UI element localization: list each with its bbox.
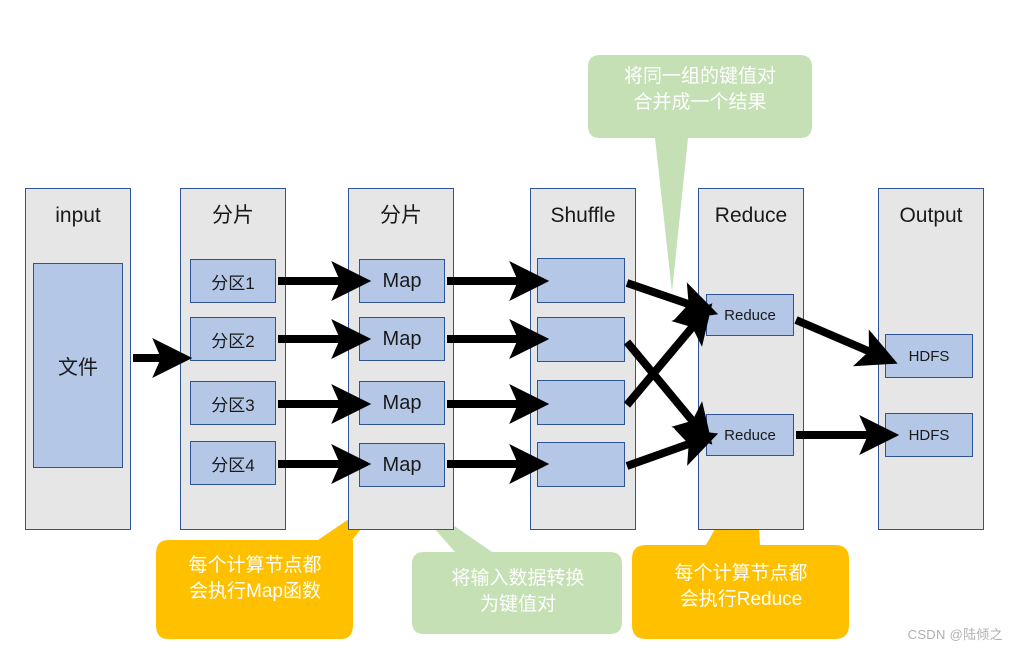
column-title-shuffle: Shuffle [550, 204, 616, 227]
node-partition-1[interactable]: 分区1 [190, 259, 276, 303]
node-shuffle-2[interactable] [537, 317, 625, 362]
csdn-watermark: CSDN @陆倾之 [907, 627, 1003, 642]
arrow-layer [133, 261, 900, 484]
node-hdfs-1[interactable]: HDFS [885, 334, 973, 378]
column-title-input: input [55, 204, 101, 227]
arrow-shuffle-1-to-reduce-1 [625, 279, 719, 321]
diagram-canvas: input 文件 分片 分区1 分区2 分区3 分区4 分片 Map Map M… [0, 0, 1017, 653]
node-partition-4[interactable]: 分区4 [190, 441, 276, 485]
node-file[interactable]: 文件 [33, 263, 123, 468]
node-shuffle-4[interactable] [537, 442, 625, 487]
node-hdfs-2[interactable]: HDFS [885, 413, 973, 457]
column-title-split-2: 分片 [380, 204, 422, 227]
node-map-2[interactable]: Map [359, 317, 445, 361]
callout-map-node-label: 每个计算节点都 会执行Map函数 [188, 555, 322, 602]
arrow-shuffle-2-to-reduce-2 [623, 339, 713, 445]
node-shuffle-1[interactable] [537, 258, 625, 303]
stage-column-reduce: Reduce [698, 188, 804, 530]
column-title-output: Output [899, 204, 963, 227]
callout-reduce-node-label: 每个计算节点都 会执行Reduce [674, 563, 808, 610]
callout-merge-label: 将同一组的键值对 合并成一个结果 [623, 66, 776, 113]
arrow-shuffle-3-to-reduce-1 [623, 303, 713, 408]
column-title-split-1: 分片 [212, 204, 254, 227]
arrow-reduce-1-to-hdfs-1 [794, 316, 898, 367]
callout-shapes-layer [156, 55, 849, 639]
node-reduce-1[interactable]: Reduce [706, 294, 794, 336]
node-shuffle-3[interactable] [537, 380, 625, 425]
arrow-shuffle-4-to-reduce-2 [625, 428, 719, 470]
node-partition-3[interactable]: 分区3 [190, 381, 276, 425]
node-map-4[interactable]: Map [359, 443, 445, 487]
node-map-3[interactable]: Map [359, 381, 445, 425]
callout-keyvalue-label: 将输入数据转换 为键值对 [451, 568, 585, 615]
node-partition-2[interactable]: 分区2 [190, 317, 276, 361]
node-reduce-2[interactable]: Reduce [706, 414, 794, 456]
column-title-reduce: Reduce [714, 204, 788, 227]
node-map-1[interactable]: Map [359, 259, 445, 303]
